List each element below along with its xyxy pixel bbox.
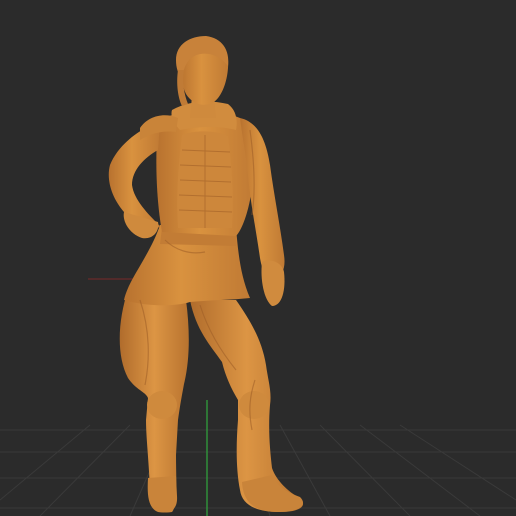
viewport-canvas[interactable] [0, 0, 516, 516]
right-hand [261, 260, 285, 306]
right-boot [242, 475, 304, 512]
sculpted-figure-model[interactable] [108, 36, 304, 513]
right-knee [239, 391, 269, 419]
left-knee [147, 391, 177, 419]
left-boot [147, 476, 178, 513]
3d-viewport[interactable] [0, 0, 516, 516]
